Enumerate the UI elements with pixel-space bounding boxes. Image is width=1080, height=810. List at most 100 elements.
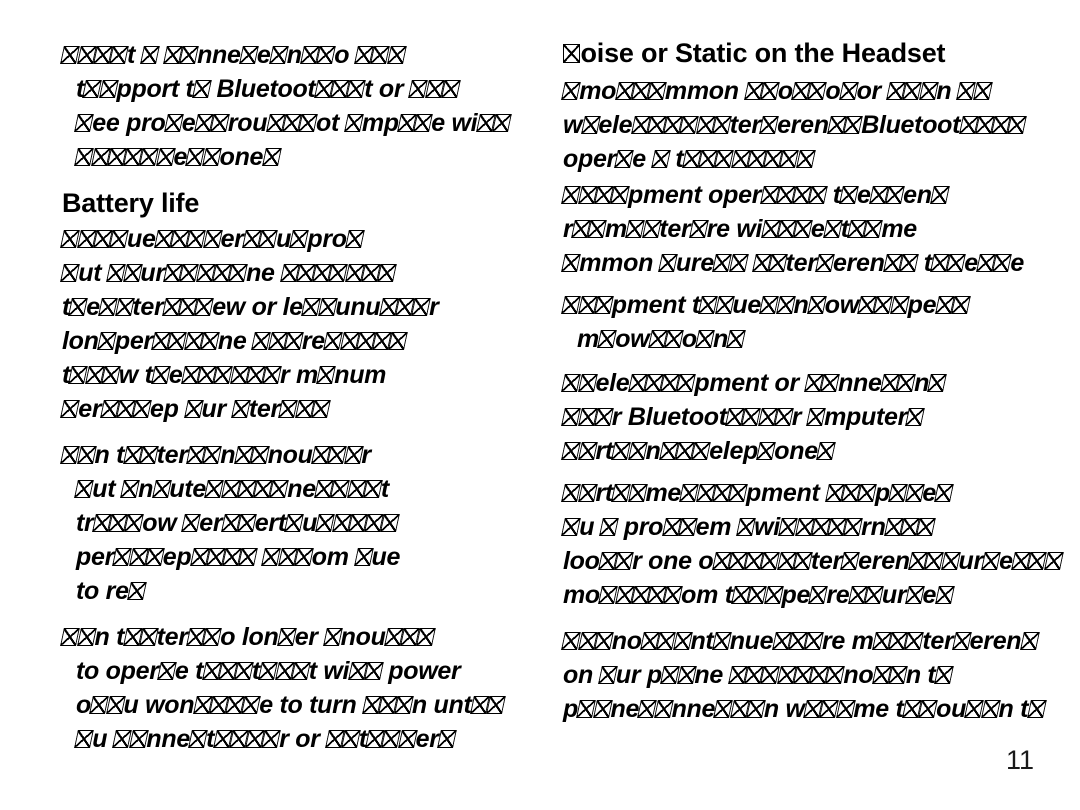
missing-glyph-icon (311, 400, 330, 418)
missing-glyph-icon (291, 662, 310, 680)
missing-glyph-icon (843, 518, 862, 536)
body-paragraph: ue er u pro ut ur ne t e ter ew or le unu r lon per n… (62, 222, 462, 426)
text-line: lon per ne re (62, 324, 462, 358)
missing-glyph-icon (614, 552, 633, 570)
missing-glyph-icon (354, 548, 373, 566)
missing-glyph-icon (578, 442, 597, 460)
missing-glyph-icon (610, 186, 629, 204)
missing-glyph-icon (642, 220, 661, 238)
text-line: mo om t pe re ur e (563, 578, 983, 612)
body-paragraph: pment t ue n ow pe m ow o n (563, 288, 983, 356)
missing-glyph-icon (951, 296, 970, 314)
missing-glyph-icon (673, 632, 692, 650)
missing-glyph-icon (1027, 700, 1046, 718)
missing-glyph-icon (930, 186, 949, 204)
missing-glyph-icon (654, 700, 673, 718)
missing-glyph-icon (691, 442, 710, 460)
missing-glyph-icon (993, 254, 1012, 272)
missing-glyph-icon (77, 446, 96, 464)
text-line: pment t ue n ow pe (563, 288, 983, 322)
missing-glyph-icon (97, 332, 116, 350)
missing-glyph-icon (203, 230, 222, 248)
missing-glyph-icon (905, 586, 924, 604)
missing-glyph-icon (759, 116, 778, 134)
missing-glyph-icon (628, 442, 647, 460)
missing-glyph-icon (1020, 632, 1039, 650)
missing-glyph-icon (816, 442, 835, 460)
text-line: ut ur ne (62, 256, 462, 290)
missing-glyph-icon (594, 632, 613, 650)
missing-glyph-icon (61, 400, 80, 418)
text-line: u pro em wi rn (563, 510, 983, 544)
missing-glyph-icon (578, 374, 597, 392)
body-paragraph: rt me pment peu pro em wi rn loo r one o ter ere… (563, 476, 1013, 612)
missing-glyph-icon (807, 296, 826, 314)
text-line: er ep ur ter (62, 392, 462, 426)
missing-glyph-icon (294, 548, 313, 566)
missing-glyph-icon (109, 230, 128, 248)
missing-glyph-icon (728, 484, 747, 502)
missing-glyph-icon (946, 254, 965, 272)
text-line: p ne nne n w me t ou n t (563, 692, 1029, 726)
missing-glyph-icon (202, 446, 221, 464)
missing-glyph-icon (796, 150, 815, 168)
text-line: r Bluetoot r mputer (563, 400, 983, 434)
missing-glyph-icon (346, 80, 365, 98)
missing-glyph-icon (677, 666, 696, 684)
text-line: oper e t (563, 142, 983, 176)
missing-glyph-icon (746, 700, 765, 718)
missing-glyph-icon (981, 700, 1000, 718)
text-line: on ur p ne no n t (563, 658, 983, 692)
text-line: tr ow er ert u (62, 506, 462, 540)
page-number: 11 (1005, 745, 1034, 775)
missing-glyph-icon (677, 374, 696, 392)
body-paragraph: n t ter n nou r ut n ute ne t tr ow er ert u per ep om… (62, 438, 462, 608)
missing-glyph-icon (581, 116, 600, 134)
missing-glyph-icon (388, 332, 407, 350)
missing-glyph-icon (140, 46, 159, 64)
missing-glyph-icon (952, 632, 971, 650)
missing-glyph-icon (736, 518, 755, 536)
missing-glyph-icon (398, 730, 417, 748)
missing-glyph-icon (562, 254, 581, 272)
text-line: ee pro e rou ot mp e wi (62, 106, 477, 140)
missing-glyph-icon (151, 366, 170, 384)
missing-glyph-icon (239, 46, 258, 64)
missing-glyph-icon (806, 408, 825, 426)
text-line: ele pment or nne n (563, 366, 983, 400)
missing-glyph-icon (77, 628, 96, 646)
text-line: tw ter m num (62, 361, 387, 389)
missing-glyph-icon (918, 700, 937, 718)
missing-glyph-icon (836, 700, 855, 718)
missing-glyph-icon (599, 518, 618, 536)
missing-glyph-icon (145, 548, 164, 566)
missing-glyph-icon (563, 44, 580, 63)
missing-glyph-icon (377, 264, 396, 282)
text-line: mmon ure ter eren tee (562, 246, 1024, 280)
missing-glyph-icon (727, 330, 746, 348)
missing-glyph-icon (823, 220, 842, 238)
missing-glyph-icon (885, 186, 904, 204)
missing-glyph-icon (562, 518, 581, 536)
missing-glyph-icon (231, 400, 250, 418)
missing-glyph-icon (628, 484, 647, 502)
missing-glyph-icon (826, 666, 845, 684)
missing-glyph-icon (689, 220, 708, 238)
section-heading: oise or Static on the Headset (563, 36, 983, 70)
missing-glyph-icon (270, 480, 289, 498)
missing-glyph-icon (181, 514, 200, 532)
missing-glyph-icon (647, 82, 666, 100)
missing-glyph-icon (928, 374, 947, 392)
missing-glyph-icon (1044, 552, 1063, 570)
text-line: ue er u pro (62, 222, 462, 256)
missing-glyph-icon (587, 220, 606, 238)
text-line: rt me pment pe (563, 476, 983, 510)
text-line: no nt nue re m ter eren (563, 624, 1022, 658)
missing-glyph-icon (194, 298, 213, 316)
missing-glyph-icon (663, 586, 682, 604)
missing-glyph-icon (323, 628, 342, 646)
missing-glyph-icon (164, 114, 183, 132)
text-line: n t ter o lon er nou (62, 620, 462, 654)
missing-glyph-icon (284, 514, 303, 532)
missing-glyph-icon (184, 400, 203, 418)
